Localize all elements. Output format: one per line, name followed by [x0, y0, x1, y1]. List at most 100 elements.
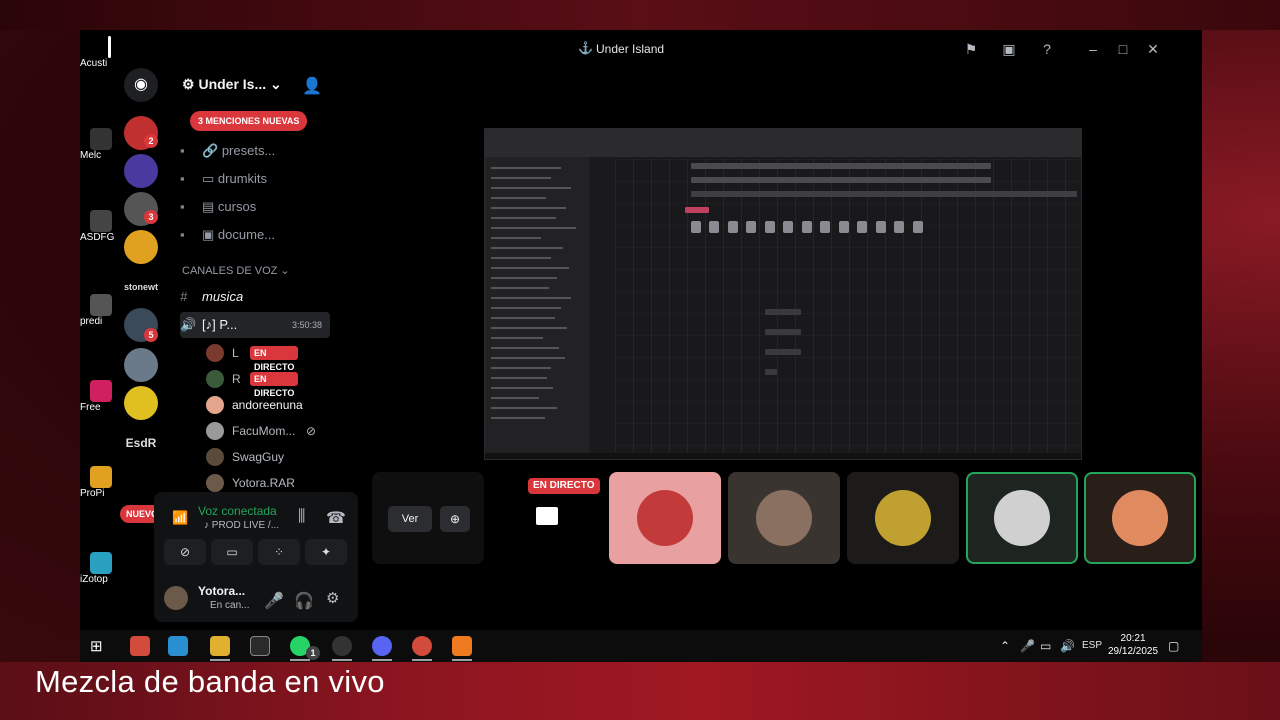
add-member-icon[interactable]: 👤 [302, 76, 322, 96]
activities-button[interactable]: ⁘ [258, 539, 300, 565]
forum-icon: ▪ [180, 143, 185, 158]
popout-icon[interactable]: ⊕ [440, 506, 470, 532]
participant-tile[interactable] [847, 472, 959, 564]
file-explorer-icon[interactable] [210, 636, 230, 661]
voice-channel-name[interactable]: ♪ PROD LIVE /... [204, 520, 279, 531]
channel-emoji: ▭ [202, 171, 215, 186]
voice-channel-active[interactable]: 🔊 [♪] P... 3:50:38 [180, 312, 330, 338]
background-top [0, 0, 1280, 30]
desktop-icons: Acusti Melc ASDFG predi Free ProPi iZoto… [80, 30, 116, 630]
microphone-icon[interactable]: 🎤 [1020, 639, 1035, 653]
close-button[interactable]: ✕ [1144, 40, 1162, 58]
server-icon: ⚓ [578, 41, 593, 55]
screen-share-icon[interactable] [536, 507, 558, 525]
server-icon: ⚙ [182, 76, 199, 92]
maximize-button[interactable]: □ [1114, 40, 1132, 58]
hash-icon: # [180, 289, 188, 304]
desktop-icon-predi[interactable]: predi [80, 294, 116, 327]
server-icon-4[interactable] [124, 230, 158, 264]
mention-badge: 5 [144, 328, 158, 342]
discord-taskbar-icon[interactable] [372, 636, 392, 661]
edit-app-icon[interactable] [250, 636, 270, 656]
share-screen-button[interactable]: ▭ [211, 539, 253, 565]
inbox-icon[interactable]: ▣ [1000, 40, 1018, 58]
view-stream-button[interactable]: Ver [388, 506, 432, 532]
server-icon-esdr[interactable]: EsdR [124, 426, 158, 460]
forum-icon: ▪ [180, 171, 185, 186]
camera-off-button[interactable]: ⊘ [164, 539, 206, 565]
minimize-button[interactable]: – [1084, 40, 1102, 58]
avatar [637, 490, 693, 546]
desktop: Acusti Melc ASDFG predi Free ProPi iZoto… [80, 30, 1202, 662]
voice-timer: 3:50:38 [291, 320, 322, 330]
channel-drumkits[interactable]: ▪ ▭ drumkits [180, 166, 330, 192]
flag-icon[interactable]: ⚑ [962, 40, 980, 58]
signal-icon: 📶 [172, 510, 189, 525]
video-caption: Mezcla de banda en vivo [35, 664, 385, 699]
discord-window: ⚓ Under Island ⚑ ▣ ? – □ ✕ ◉ 2 3 stonewt… [116, 30, 1202, 630]
soundboard-button[interactable]: ✦ [305, 539, 347, 565]
participant-tile[interactable] [609, 472, 721, 564]
user-name[interactable]: Yotora... [198, 584, 245, 598]
discord-home-icon[interactable]: ◉ [124, 68, 158, 102]
mention-badge: 3 [144, 210, 158, 224]
volume-icon[interactable]: 🔊 [1060, 639, 1075, 653]
desktop-icon-acusti[interactable]: Acusti [80, 36, 116, 69]
new-mentions-badge[interactable]: 3 MENCIONES NUEVAS [190, 111, 308, 131]
server-icon-2[interactable] [124, 154, 158, 188]
voice-category[interactable]: CANALES DE VOZ ⌄ [182, 264, 290, 277]
channel-label: drumkits [217, 171, 268, 186]
desktop-icon-asdfg[interactable]: ASDFG [80, 210, 116, 243]
desktop-icon-izotope[interactable]: iZotop [80, 552, 116, 585]
desktop-icon-free[interactable]: Free [80, 380, 116, 413]
desktop-icon-propi[interactable]: ProPi [80, 466, 116, 499]
channel-presets[interactable]: ▪ 🔗 presets... [180, 138, 330, 164]
avatar [206, 396, 224, 414]
chevron-up-icon[interactable]: ⌃ [1000, 639, 1010, 653]
channel-emoji: 🔗 [202, 143, 219, 158]
live-badge: EN DIRECTO [250, 346, 299, 372]
voice-connection-panel: 📶 Voz conectada ♪ PROD LIVE /... ⫼ ☎ ⊘ ▭… [154, 492, 358, 622]
notifications-icon[interactable]: ▢ [1168, 639, 1179, 653]
avatar [875, 490, 931, 546]
language-indicator[interactable]: ESP [1082, 640, 1102, 651]
avatar [1112, 490, 1168, 546]
server-icon-7[interactable] [124, 386, 158, 420]
avatar [206, 422, 224, 440]
channel-documentos[interactable]: ▪ ▣ docume... [180, 222, 330, 248]
avatar [994, 490, 1050, 546]
network-icon[interactable]: ▭ [1040, 639, 1051, 653]
soundboard-icon[interactable]: ⫼ [298, 508, 305, 526]
participant-tile[interactable] [728, 472, 840, 564]
clock[interactable]: 20:21 29/12/2025 [1108, 632, 1158, 658]
user-status: En can... [210, 600, 250, 611]
avatar [756, 490, 812, 546]
fl-studio-icon[interactable] [452, 636, 472, 661]
user-avatar[interactable] [164, 586, 188, 610]
server-icon-stonewt[interactable]: stonewt [124, 270, 158, 304]
settings-icon[interactable]: ⚙ [326, 589, 339, 607]
channel-musica[interactable]: # musica [180, 284, 330, 310]
disconnect-icon[interactable]: ☎ [326, 508, 346, 528]
channel-cursos[interactable]: ▪ ▤ cursos [180, 194, 330, 220]
daw-playlist [615, 159, 1081, 455]
app-icon[interactable] [168, 636, 188, 656]
participant-tile[interactable] [966, 472, 1078, 564]
windows-start-icon[interactable]: ⊞ [90, 637, 103, 655]
live-badge: EN DIRECTO [250, 372, 299, 398]
channel-label: presets... [221, 143, 276, 158]
chrome-icon[interactable] [130, 636, 150, 656]
channel-label: docume... [217, 227, 276, 242]
speedtest-icon[interactable] [332, 636, 352, 661]
chrome-icon[interactable] [412, 636, 432, 661]
channel-emoji: ▤ [202, 199, 215, 214]
server-name[interactable]: ⚙ Under Is... ⌄ [182, 76, 282, 93]
microphone-icon[interactable]: 🎤 [264, 591, 284, 611]
server-icon-6[interactable] [124, 348, 158, 382]
headphones-icon[interactable]: 🎧 [294, 591, 314, 611]
screen-share-stream[interactable] [484, 128, 1082, 460]
desktop-icon-melc[interactable]: Melc [80, 128, 116, 161]
avatar [206, 448, 224, 466]
help-icon[interactable]: ? [1038, 40, 1056, 58]
participant-tile[interactable] [1084, 472, 1196, 564]
